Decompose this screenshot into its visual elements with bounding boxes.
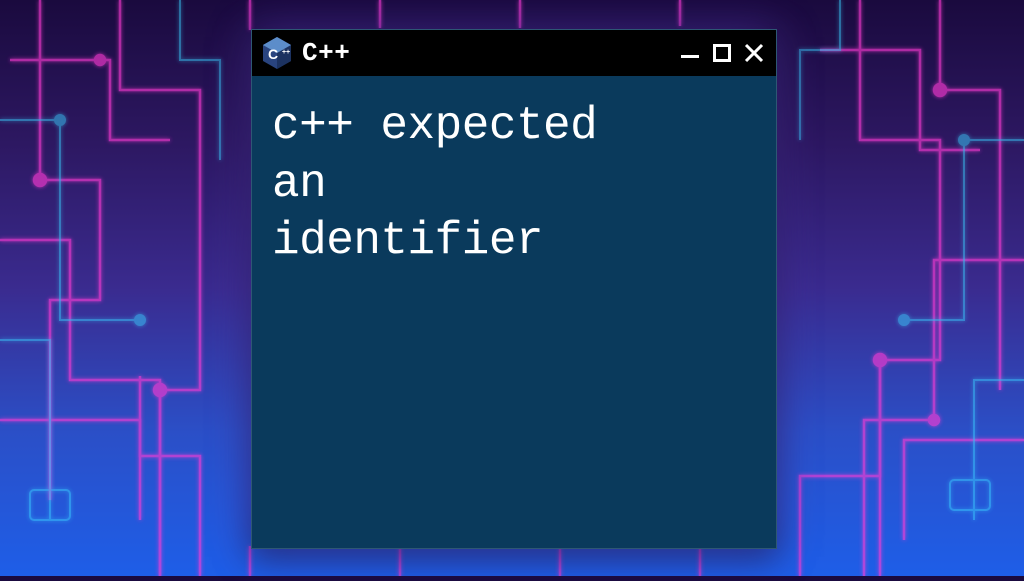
cpp-hexagon-icon: C + + <box>262 36 292 70</box>
svg-text:C: C <box>268 46 278 62</box>
terminal-window: C + + C++ c++ expected an identifier <box>251 29 777 549</box>
maximize-button[interactable] <box>710 41 734 65</box>
close-button[interactable] <box>742 41 766 65</box>
svg-text:+: + <box>286 49 290 56</box>
window-title: C++ <box>302 38 350 68</box>
terminal-content: c++ expected an identifier <box>252 76 776 548</box>
window-controls <box>678 41 766 65</box>
window-titlebar[interactable]: C + + C++ <box>252 30 776 76</box>
minimize-button[interactable] <box>678 41 702 65</box>
